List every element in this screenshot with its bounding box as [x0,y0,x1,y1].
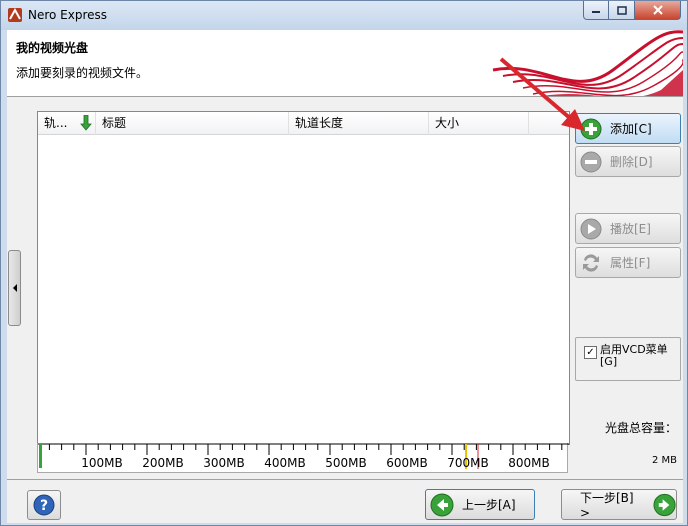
column-track-length[interactable]: 轨道长度 [289,112,429,135]
total-capacity-value: 2 MB [651,455,677,466]
enable-vcd-menu-checkbox[interactable]: ✓ [584,346,597,359]
plus-circle-icon [580,118,602,139]
used-capacity-bar [39,444,42,468]
sort-arrow-down-icon [80,115,92,131]
content-area: 轨... 标题 轨道长度 大小 100MB 200MB 300MB 400MB 500M… [7,96,683,479]
minimize-icon [592,11,600,13]
column-track[interactable]: 轨... [38,112,96,135]
column-title[interactable]: 标题 [96,112,289,135]
column-size[interactable]: 大小 [429,112,529,135]
arrow-right-circle-icon [653,493,676,516]
ruler-tick-label: 800MB [508,456,550,470]
total-capacity-label: 光盘总容量： [604,421,677,435]
properties-button[interactable]: 属性[F] [575,247,681,278]
maximize-button[interactable] [609,1,635,20]
vcd-menu-group: ✓ 启用VCD菜单[G] [575,337,681,381]
help-button[interactable]: ? [27,490,61,520]
properties-icon [583,253,599,272]
next-button[interactable]: 下一步[B] > [561,489,677,520]
enable-vcd-menu-label[interactable]: 启用VCD菜单[G] [600,344,680,368]
arrow-left-circle-icon [430,493,454,516]
list-header: 轨... 标题 轨道长度 大小 [38,112,569,135]
video-file-list[interactable]: 轨... 标题 轨道长度 大小 [37,111,570,445]
ruler-scale: 100MB 200MB 300MB 400MB 500MB 600MB 700MB 800MB [38,443,569,470]
ruler-tick-label: 700MB [447,456,489,470]
svg-text:?: ? [40,498,48,514]
back-button-label: 上一步[A] [462,498,516,512]
title-bar: Nero Express [1,1,687,30]
play-button[interactable]: 播放[E] [575,213,681,244]
add-button[interactable]: 添加[C] [575,113,681,144]
collapse-panel-handle[interactable] [8,250,21,326]
maximize-icon [616,5,627,15]
close-button[interactable] [635,1,681,20]
minimize-button[interactable] [583,1,609,20]
help-icon: ? [33,494,55,516]
ruler-tick-label: 100MB [81,456,123,470]
nero-ribbon-logo [492,30,683,96]
wizard-header: 我的视频光盘 添加要刻录的视频文件。 [7,30,683,96]
page-subtitle: 添加要刻录的视频文件。 [16,66,149,80]
triangle-left-icon [12,284,17,292]
close-icon [652,5,663,15]
capacity-ruler: 100MB 200MB 300MB 400MB 500MB 600MB 700MB 800MB [37,443,569,473]
nero-express-window: Nero Express 我的视频光盘 添加要刻录的视频文件。 轨... 标题 … [0,0,688,526]
minus-circle-icon [580,151,602,172]
ruler-tick-label: 400MB [264,456,306,470]
properties-button-label: 属性[F] [610,256,651,270]
play-circle-icon [580,218,602,239]
ruler-tick-label: 500MB [325,456,367,470]
delete-button[interactable]: 删除[D] [575,146,681,177]
ruler-tick-label: 200MB [142,456,184,470]
window-title: Nero Express [28,8,108,22]
page-title: 我的视频光盘 [16,41,89,55]
next-button-label: 下一步[B] > [580,491,634,520]
back-button[interactable]: 上一步[A] [425,489,535,520]
ruler-tick-label: 600MB [386,456,428,470]
nero-app-icon [8,7,22,22]
wizard-navigation-bar: ? 上一步[A] 下一步[B] > [7,479,683,523]
delete-button-label: 删除[D] [610,155,653,169]
ruler-tick-label: 300MB [203,456,245,470]
play-button-label: 播放[E] [610,222,651,236]
add-button-label: 添加[C] [610,122,652,136]
